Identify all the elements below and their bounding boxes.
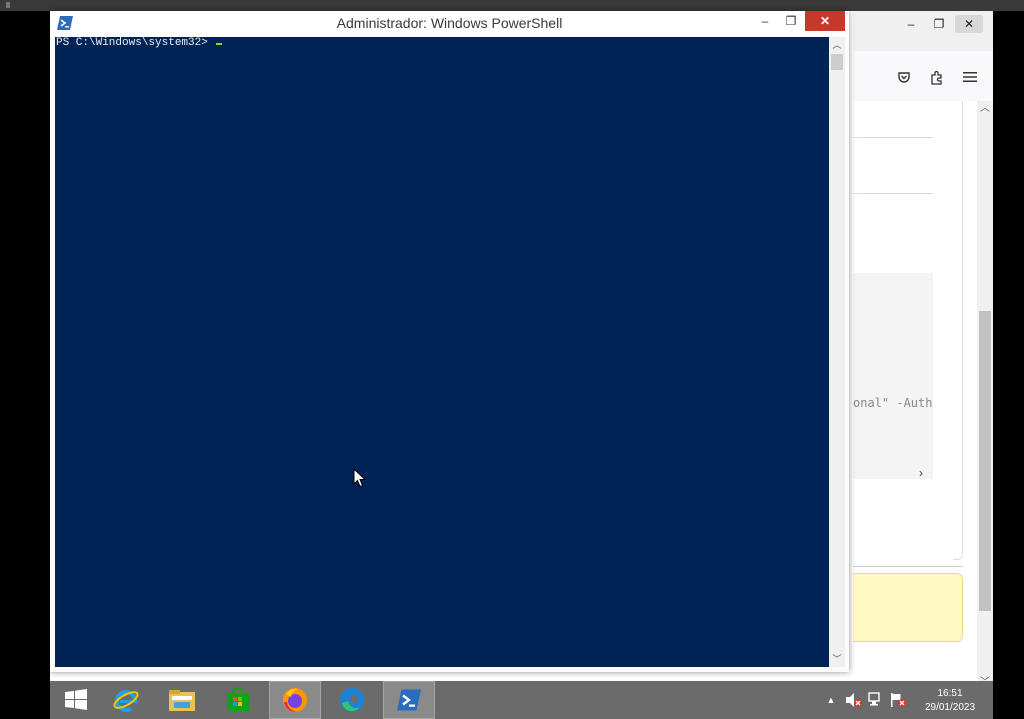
mouse-pointer-icon xyxy=(353,468,367,488)
close-button[interactable]: ✕ xyxy=(805,11,845,31)
minimize-button[interactable]: ‒ xyxy=(753,11,777,31)
scroll-thumb[interactable] xyxy=(831,54,843,70)
console-area[interactable]: PS C:\Windows\system32> xyxy=(55,37,829,667)
code-block xyxy=(853,273,933,479)
window-title: Administrador: Windows PowerShell xyxy=(336,15,563,31)
taskbar-powershell[interactable] xyxy=(383,681,435,719)
taskbar-file-explorer[interactable] xyxy=(156,681,208,719)
firefox-icon xyxy=(283,688,307,712)
scroll-thumb[interactable] xyxy=(979,311,991,611)
network-icon xyxy=(868,692,880,706)
browser-toolbar xyxy=(853,51,993,102)
speaker-muted-icon xyxy=(846,693,862,707)
text-cursor xyxy=(216,43,223,45)
card-border xyxy=(953,101,963,560)
start-button[interactable] xyxy=(50,681,102,719)
show-hidden-icons-button[interactable]: ▲ xyxy=(824,681,838,719)
volume-tray-button[interactable] xyxy=(844,681,864,719)
browser-minimize-button[interactable]: ‒ xyxy=(897,15,925,33)
scroll-down-icon[interactable]: ﹀ xyxy=(829,651,845,667)
pocket-icon[interactable] xyxy=(895,68,913,86)
divider xyxy=(853,137,933,138)
scroll-up-icon[interactable]: ︿ xyxy=(829,37,845,53)
menu-icon[interactable] xyxy=(961,68,979,86)
console-prompt: PS C:\Windows\system32> xyxy=(56,37,223,50)
network-tray-button[interactable] xyxy=(866,681,886,719)
session-marker xyxy=(6,2,10,8)
file-explorer-icon xyxy=(169,690,195,711)
powershell-titlebar[interactable]: Administrador: Windows PowerShell ‒ ❐ ✕ xyxy=(50,11,849,37)
browser-close-button[interactable]: ✕ xyxy=(955,15,983,33)
prompt-text: PS C:\Windows\system32> xyxy=(56,37,215,49)
console-scrollbar[interactable]: ︿ ﹀ xyxy=(829,37,845,667)
restore-button[interactable]: ❐ xyxy=(779,11,803,31)
extensions-icon[interactable] xyxy=(928,68,946,86)
taskbar-internet-explorer[interactable] xyxy=(100,681,152,719)
notice-box xyxy=(853,573,963,642)
taskbar-clock[interactable]: 16:51 29/01/2023 xyxy=(910,687,990,715)
windows-logo-icon xyxy=(65,689,87,710)
powershell-icon xyxy=(397,689,421,711)
divider xyxy=(853,566,963,567)
browser-scrollbar[interactable]: ︿ ﹀ xyxy=(977,101,993,681)
taskbar: ▲ 16:51 29/01/2023 xyxy=(50,681,993,719)
divider xyxy=(853,193,933,194)
chevron-up-icon: ▲ xyxy=(826,695,836,705)
code-scroll-right-icon[interactable]: › xyxy=(919,466,923,480)
internet-explorer-icon xyxy=(113,690,139,712)
browser-window[interactable]: ‒ ❐ ✕ onal" -Auth › ︿ ﹀ xyxy=(853,11,993,681)
action-center-tray-button[interactable] xyxy=(888,681,908,719)
taskbar-store[interactable] xyxy=(212,681,264,719)
code-text: onal" -Auth xyxy=(853,396,933,410)
scroll-up-icon[interactable]: ︿ xyxy=(979,103,991,115)
clock-time: 16:51 xyxy=(937,688,963,699)
browser-titlebar: ‒ ❐ ✕ xyxy=(853,11,993,51)
powershell-window[interactable]: Administrador: Windows PowerShell ‒ ❐ ✕ … xyxy=(50,11,849,672)
store-icon xyxy=(227,687,249,711)
browser-restore-button[interactable]: ❐ xyxy=(925,15,953,33)
clock-date: 29/01/2023 xyxy=(924,702,976,713)
remote-session-bar xyxy=(0,0,1024,11)
taskbar-edge[interactable] xyxy=(326,681,378,719)
edge-icon xyxy=(340,688,364,712)
flag-alert-icon xyxy=(891,693,906,707)
taskbar-firefox[interactable] xyxy=(269,681,321,719)
